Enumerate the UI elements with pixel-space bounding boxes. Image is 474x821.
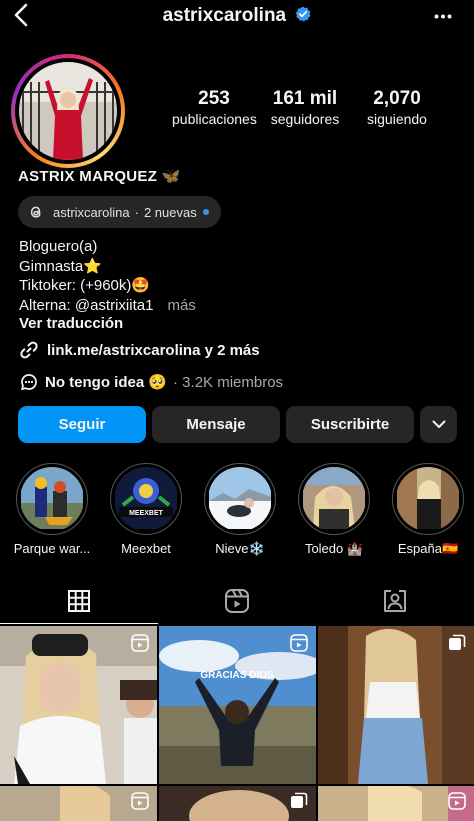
threads-badge[interactable]: astrixcarolina · 2 nuevas bbox=[18, 196, 221, 228]
channel-members: · 3.2K miembros bbox=[173, 373, 284, 391]
stat-following[interactable]: 2,070 siguiendo bbox=[360, 88, 434, 127]
tab-posts-grid[interactable] bbox=[0, 578, 158, 624]
bio-line-4: Alterna: @astrixiita1 más bbox=[19, 296, 196, 316]
bio-line-1: Bloguero(a) bbox=[19, 238, 98, 255]
more-options-icon[interactable] bbox=[434, 14, 452, 19]
bio-alt-account[interactable]: Alterna: @astrixiita1 bbox=[19, 297, 153, 314]
highlight-3-thumb bbox=[209, 467, 271, 529]
suggested-accounts-button[interactable] bbox=[420, 406, 457, 443]
posts-label: publicaciones bbox=[172, 111, 257, 127]
tagged-person-icon bbox=[384, 590, 406, 612]
threads-new-count: 2 nuevas bbox=[143, 204, 197, 220]
message-button[interactable]: Mensaje bbox=[152, 406, 280, 443]
highlight-4-thumb bbox=[303, 467, 365, 529]
link-icon bbox=[20, 341, 38, 359]
avatar-photo bbox=[19, 62, 117, 160]
stat-followers[interactable]: 161 mil seguidores bbox=[265, 88, 345, 127]
profile-link[interactable]: link.me/astrixcarolina y 2 más bbox=[19, 340, 260, 360]
bio-line-3: Tiktoker: (+960k)🤩 bbox=[19, 277, 151, 294]
threads-unread-dot bbox=[202, 209, 209, 215]
highlight-2-thumb: MEEXBET bbox=[115, 467, 177, 529]
threads-icon bbox=[30, 206, 41, 218]
bio-more-link[interactable]: más bbox=[167, 297, 195, 314]
channel-name: No tengo idea 🥺 bbox=[45, 374, 168, 391]
verified-badge-icon bbox=[296, 6, 311, 23]
highlight-1-thumb bbox=[21, 467, 83, 529]
stat-posts: 253 publicaciones bbox=[172, 88, 257, 127]
reel-badge-icon bbox=[448, 792, 466, 810]
post-tile-1[interactable] bbox=[0, 626, 157, 784]
posts-count: 253 bbox=[198, 88, 230, 109]
highlight-2[interactable]: MEEXBET Meexbet bbox=[107, 463, 185, 556]
profile-full-name: ASTRIX MARQUEZ 🦋 bbox=[18, 167, 181, 185]
highlight-3-label: Nieve❄️ bbox=[215, 541, 265, 556]
reel-badge-icon bbox=[131, 634, 149, 652]
header-username: astrixcarolina bbox=[0, 5, 474, 27]
link-text: link.me/astrixcarolina y 2 más bbox=[47, 341, 260, 359]
highlight-5[interactable]: España🇪🇸 bbox=[389, 463, 467, 557]
post-tile-4[interactable] bbox=[0, 786, 157, 821]
top-bar: astrixcarolina bbox=[0, 0, 474, 34]
grid-icon bbox=[68, 589, 90, 612]
post-tile-3[interactable] bbox=[318, 626, 474, 784]
following-label: siguiendo bbox=[367, 111, 427, 127]
highlight-3[interactable]: Nieve❄️ bbox=[201, 463, 279, 557]
username-text: astrixcarolina bbox=[162, 5, 287, 26]
chevron-down-icon bbox=[432, 420, 445, 428]
highlight-4-label: Toledo 🏰 bbox=[304, 541, 364, 556]
tab-tagged[interactable] bbox=[316, 578, 474, 624]
butterfly-emoji: 🦋 bbox=[161, 168, 181, 185]
profile-tabs bbox=[0, 578, 474, 624]
reel-badge-icon bbox=[131, 792, 149, 810]
follow-button[interactable]: Seguir bbox=[18, 406, 146, 443]
highlight-5-thumb bbox=[397, 467, 459, 529]
post-tile-6[interactable] bbox=[318, 786, 474, 821]
broadcast-channel[interactable]: No tengo idea 🥺 · 3.2K miembros bbox=[19, 373, 283, 391]
highlight-5-label: España🇪🇸 bbox=[397, 541, 459, 556]
post-2-caption: GRACIAS DIOS bbox=[200, 670, 274, 681]
following-count: 2,070 bbox=[373, 88, 421, 109]
post-tile-5[interactable] bbox=[159, 786, 316, 821]
tab-reels[interactable] bbox=[158, 578, 316, 624]
see-translation-link[interactable]: Ver traducción bbox=[19, 315, 123, 332]
carousel-badge-icon bbox=[291, 792, 308, 808]
profile-bio: Bloguero(a) Gimnasta⭐ Tiktoker: (+960k)🤩… bbox=[19, 237, 196, 315]
full-name-text: ASTRIX MARQUEZ bbox=[18, 168, 158, 185]
highlight-1-label: Parque war... bbox=[13, 541, 91, 556]
highlight-4[interactable]: Toledo 🏰 bbox=[295, 463, 373, 557]
meexbet-logo-text: MEEXBET bbox=[129, 510, 164, 517]
followers-label: seguidores bbox=[270, 111, 340, 127]
subscribe-button[interactable]: Suscribirte bbox=[286, 406, 414, 443]
post-tile-2[interactable]: GRACIAS DIOS bbox=[159, 626, 316, 784]
bio-line-2: Gimnasta⭐ bbox=[19, 257, 102, 275]
highlight-2-label: Meexbet bbox=[121, 541, 171, 556]
threads-separator: · bbox=[134, 204, 139, 220]
reel-badge-icon bbox=[290, 634, 308, 652]
profile-avatar[interactable] bbox=[11, 54, 125, 168]
threads-handle: astrixcarolina bbox=[53, 204, 130, 220]
reels-icon bbox=[225, 589, 249, 613]
highlight-1[interactable]: Parque war... bbox=[13, 463, 91, 556]
carousel-badge-icon bbox=[449, 634, 466, 650]
broadcast-channel-icon bbox=[21, 374, 37, 391]
followers-count: 161 mil bbox=[272, 88, 338, 109]
